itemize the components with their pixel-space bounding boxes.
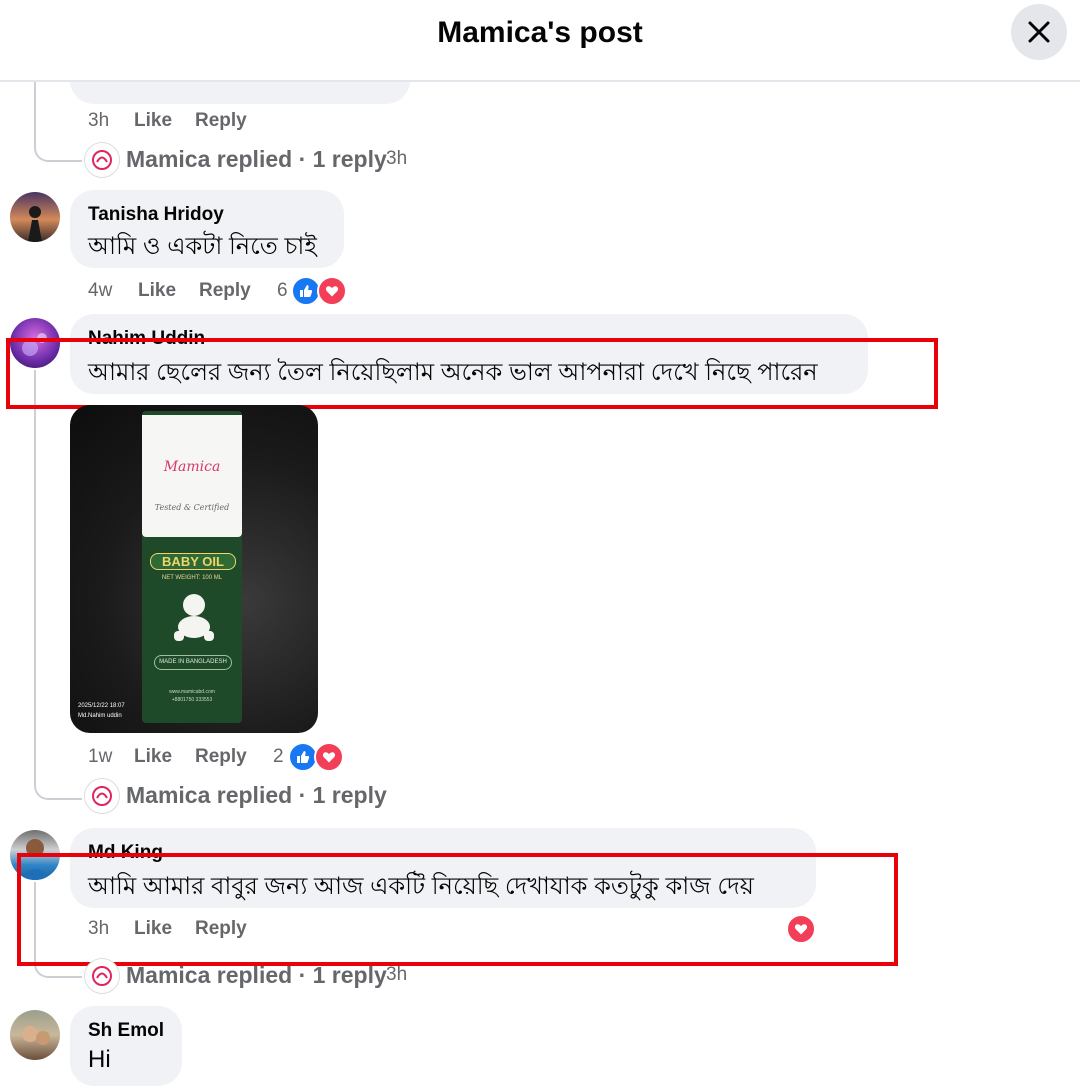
mamica-replied-link[interactable]: Mamica replied · 1 reply [126,962,387,989]
mamica-logo-icon [92,786,112,806]
avatar[interactable] [10,192,60,242]
baby-illustration [174,594,214,641]
comment-time: 4w [88,280,113,301]
comment-bubble: Tanisha Hridoy আমি ও একটা নিতে চাই [70,190,344,268]
like-button[interactable]: Like [134,746,172,768]
mamica-logo-icon [92,150,112,170]
love-reaction-icon [314,742,344,772]
close-button[interactable] [1011,4,1067,60]
mamica-avatar [84,958,120,994]
replied-time: 3h [386,148,408,169]
thread-connector [34,120,82,162]
comment-text: Hi [88,1046,111,1073]
product-name: BABY OIL [150,553,236,570]
mamica-logo-icon [92,966,112,986]
product-label-panel [142,415,242,537]
product-brand: Mamica [163,459,221,475]
comment-author[interactable]: Sh Emol [88,1020,164,1042]
like-button[interactable]: Like [138,280,176,302]
mamica-avatar [84,142,120,178]
close-icon [1028,21,1050,43]
product-origin: MADE IN BANGLADESH [154,655,232,670]
comment-time: 1w [88,746,113,767]
product-website: www.mamicabd.com [169,689,215,695]
highlight-box [17,853,898,966]
page-title: Mamica's post [437,16,643,49]
comment-time: 3h [88,110,110,131]
comment-photo[interactable]: Mamica Tested & Certified BABY OIL NET W… [70,405,318,733]
avatar[interactable] [10,1010,60,1060]
product-weight: NET WEIGHT: 100 ML [161,575,223,581]
post-header: Mamica's post [0,0,1080,82]
reply-button[interactable]: Reply [195,110,247,132]
highlight-box [6,338,938,409]
product-phone: +8801750 333553 [171,697,213,703]
replied-time: 3h [386,964,408,985]
reaction-count[interactable]: 2 [273,746,284,768]
reaction-count[interactable]: 6 [277,280,288,302]
thread-line [34,370,36,780]
thread-connector [34,762,82,800]
like-button[interactable]: Like [134,110,172,132]
person-photo-icon [22,1026,50,1045]
mamica-replied-link[interactable]: Mamica replied · 1 reply [126,782,387,809]
product-tagline: Tested & Certified [154,503,230,512]
comment-author[interactable]: Tanisha Hridoy [88,204,224,226]
comment-text: আমি ও একটা নিতে চাই [88,233,317,260]
mamica-replied-link[interactable]: Mamica replied · 1 reply [126,146,387,173]
comment-bubble: Sh Emol Hi [70,1006,182,1086]
silhouette-icon [28,206,42,242]
mamica-avatar [84,778,120,814]
photo-timestamp: 2025/12/22 18:07 [78,703,125,709]
photo-stamp-name: Md.Nahim uddin [78,713,122,719]
love-reaction-icon [317,276,347,306]
reply-button[interactable]: Reply [195,746,247,768]
reply-button[interactable]: Reply [199,280,251,302]
